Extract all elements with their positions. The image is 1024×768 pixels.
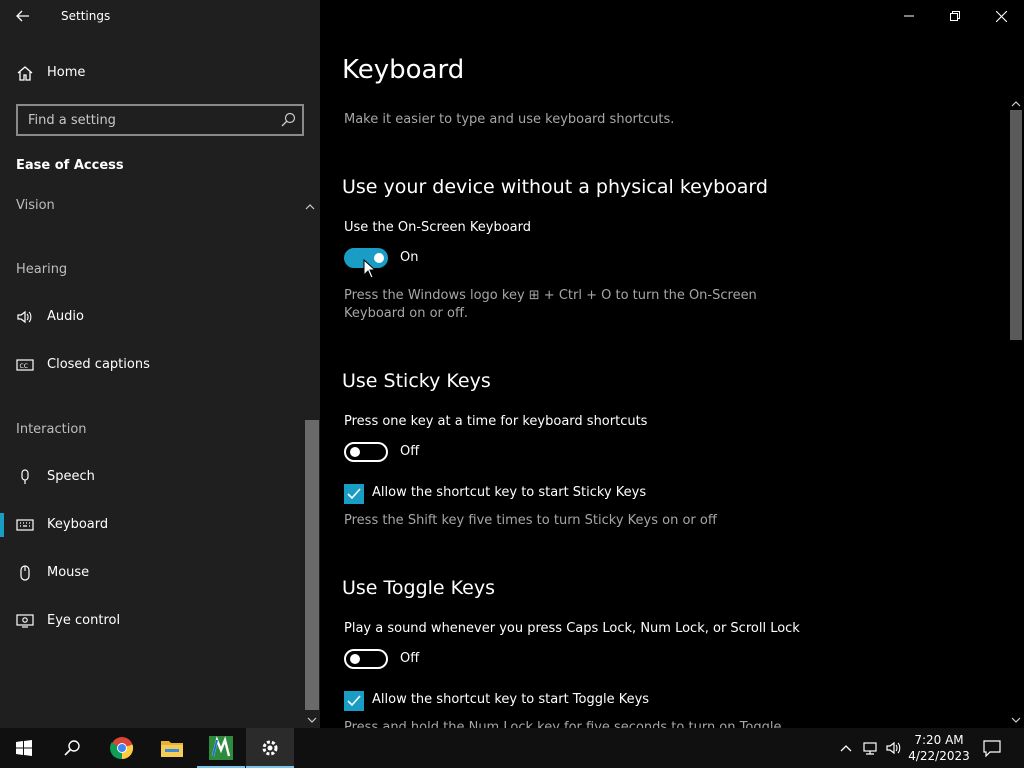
sticky-keys-label: Press one key at a time for keyboard sho… <box>344 414 648 429</box>
restore-icon <box>950 11 960 21</box>
home-icon <box>17 66 33 81</box>
windows-logo-icon <box>16 740 32 756</box>
arrow-left-icon <box>16 10 29 22</box>
toggle-keys-shortcut-checkbox[interactable] <box>344 691 364 711</box>
sidebar-item-label: Home <box>47 65 86 80</box>
sidebar-item-label: Keyboard <box>47 517 109 532</box>
clock-date: 4/22/2023 <box>908 749 970 763</box>
group-interaction: Interaction <box>16 422 87 437</box>
keyboard-icon <box>16 519 34 531</box>
search-input[interactable] <box>18 106 274 134</box>
sticky-keys-toggle-state: Off <box>400 444 420 459</box>
sidebar-title-bar: Settings <box>0 0 320 32</box>
sidebar: Settings Home Ease of Access Vision Hear… <box>0 0 320 728</box>
taskbar: 7:20 AM 4/22/2023 <box>0 728 1024 768</box>
closed-captions-icon: CC <box>16 359 34 371</box>
search-box <box>16 104 304 136</box>
notification-icon[interactable] <box>983 739 1001 757</box>
toggle-keys-toggle-state: Off <box>400 651 420 666</box>
chrome-icon <box>110 737 134 760</box>
sidebar-item-home[interactable]: Home <box>0 56 320 90</box>
sidebar-item-label: Closed captions <box>47 357 150 372</box>
taskbar-chrome[interactable] <box>98 728 146 768</box>
toggle-keys-toggle[interactable] <box>344 649 388 669</box>
app-title: Settings <box>61 9 111 23</box>
toggle-knob <box>350 654 360 664</box>
microphone-icon <box>21 469 29 484</box>
eye-control-icon <box>16 614 34 628</box>
app-icon <box>209 736 233 760</box>
sidebar-item-closed-captions[interactable]: CC Closed captions <box>0 345 300 385</box>
osk-hint-line-2: Keyboard on or off. <box>344 306 469 321</box>
search-icon[interactable] <box>280 112 296 128</box>
sticky-keys-hint: Press the Shift key five times to turn S… <box>344 513 717 528</box>
start-button[interactable] <box>0 728 48 768</box>
section-title: Ease of Access <box>16 158 124 173</box>
sticky-keys-shortcut-label: Allow the shortcut key to start Sticky K… <box>372 485 647 500</box>
toggle-keys-heading: Use Toggle Keys <box>342 577 496 599</box>
gear-icon <box>262 740 278 756</box>
minimize-icon <box>904 15 914 17</box>
sidebar-item-mouse[interactable]: Mouse <box>0 553 300 593</box>
chevron-down-icon <box>1011 717 1021 723</box>
volume-icon[interactable] <box>886 740 902 756</box>
main-content: Keyboard Make it easier to type and use … <box>320 0 1024 728</box>
folder-icon <box>161 741 183 757</box>
taskbar-file-explorer[interactable] <box>148 728 196 768</box>
sidebar-item-eye-control[interactable]: Eye control <box>0 601 300 641</box>
sidebar-item-label: Audio <box>47 309 84 324</box>
speaker-icon <box>17 310 32 324</box>
taskbar-search-button[interactable] <box>48 728 96 768</box>
toggle-keys-label: Play a sound whenever you press Caps Loc… <box>344 621 800 636</box>
osk-heading: Use your device without a physical keybo… <box>342 176 768 198</box>
taskbar-app[interactable] <box>197 728 245 768</box>
sidebar-item-audio[interactable]: Audio <box>0 297 300 337</box>
toggle-knob <box>350 447 360 457</box>
svg-text:CC: CC <box>20 363 28 370</box>
chevron-up-icon[interactable] <box>838 740 854 756</box>
toggle-keys-hint-partial: Press and hold the Num Lock key for five… <box>344 720 782 728</box>
sticky-keys-toggle[interactable] <box>344 442 388 462</box>
sidebar-scrollbar-thumb[interactable] <box>305 420 319 710</box>
network-icon[interactable] <box>862 740 878 756</box>
chevron-down-icon <box>307 717 317 723</box>
main-scroll-up-button[interactable] <box>1010 98 1022 110</box>
chevron-up-icon[interactable] <box>304 202 316 212</box>
close-icon <box>995 10 1007 22</box>
search-icon <box>64 740 80 756</box>
sidebar-scroll-down-button[interactable] <box>305 714 319 726</box>
checkmark-icon <box>347 488 361 500</box>
sidebar-item-label: Mouse <box>47 565 90 580</box>
mouse-cursor-icon <box>363 259 377 279</box>
sidebar-item-keyboard[interactable]: Keyboard <box>0 505 300 545</box>
main-scrollbar-thumb[interactable] <box>1010 110 1022 340</box>
page-description: Make it easier to type and use keyboard … <box>344 112 675 127</box>
toggle-keys-shortcut-label: Allow the shortcut key to start Toggle K… <box>372 692 650 707</box>
main-scroll-down-button[interactable] <box>1010 714 1022 726</box>
minimize-button[interactable] <box>886 0 932 32</box>
mouse-icon <box>20 565 30 581</box>
sticky-keys-shortcut-checkbox[interactable] <box>344 484 364 504</box>
checkmark-icon <box>347 695 361 707</box>
chevron-up-icon <box>1011 101 1021 107</box>
osk-hint-line-1: Press the Windows logo key ⊞ + Ctrl + O … <box>344 288 757 303</box>
page-title: Keyboard <box>342 55 465 85</box>
restore-button[interactable] <box>932 0 978 32</box>
sticky-keys-heading: Use Sticky Keys <box>342 370 491 392</box>
sidebar-item-label: Eye control <box>47 613 121 628</box>
sidebar-item-speech[interactable]: Speech <box>0 457 300 497</box>
osk-toggle-state: On <box>400 250 419 265</box>
back-button[interactable] <box>8 2 38 30</box>
group-hearing: Hearing <box>16 262 68 277</box>
taskbar-clock[interactable]: 7:20 AM 4/22/2023 <box>904 732 974 764</box>
close-button[interactable] <box>978 0 1024 32</box>
clock-time: 7:20 AM <box>914 733 964 747</box>
sidebar-item-label: Speech <box>47 469 95 484</box>
group-vision[interactable]: Vision <box>16 198 55 213</box>
taskbar-settings[interactable] <box>246 728 294 768</box>
osk-label: Use the On-Screen Keyboard <box>344 220 531 235</box>
